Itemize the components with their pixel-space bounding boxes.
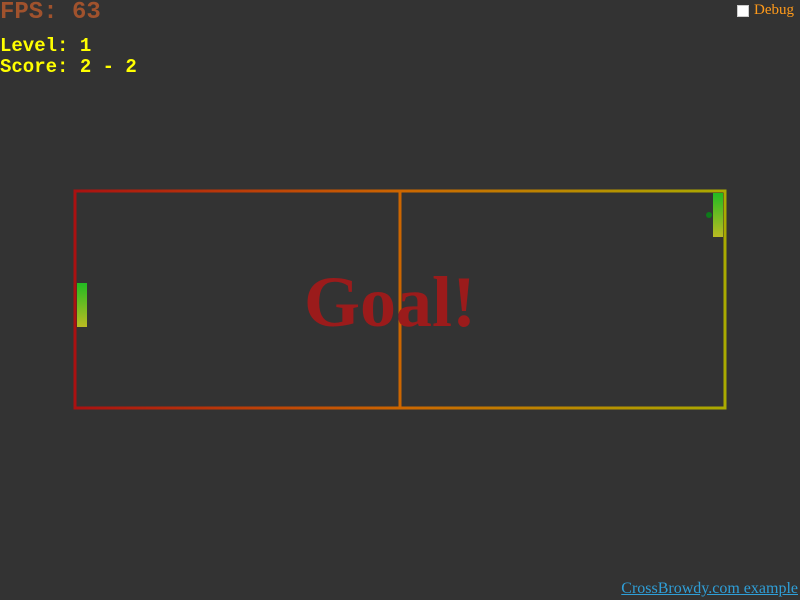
left-paddle bbox=[77, 283, 87, 327]
debug-label: Debug bbox=[754, 2, 794, 18]
right-paddle bbox=[713, 193, 723, 237]
game-screen: Goal! FPS: 63 Level: 1 Score: 2 - 2 Debu… bbox=[0, 0, 800, 600]
level-indicator: Level: 1 bbox=[0, 35, 92, 57]
ball bbox=[706, 212, 712, 218]
crossbrowdy-link[interactable]: CrossBrowdy.com example bbox=[621, 580, 798, 598]
game-canvas[interactable]: Goal! bbox=[0, 0, 800, 600]
fps-counter: FPS: 63 bbox=[0, 0, 101, 26]
score-display: Score: 2 - 2 bbox=[0, 56, 137, 78]
debug-toggle[interactable]: Debug bbox=[737, 2, 794, 19]
debug-checkbox[interactable] bbox=[737, 4, 749, 17]
goal-message: Goal! bbox=[304, 262, 476, 342]
